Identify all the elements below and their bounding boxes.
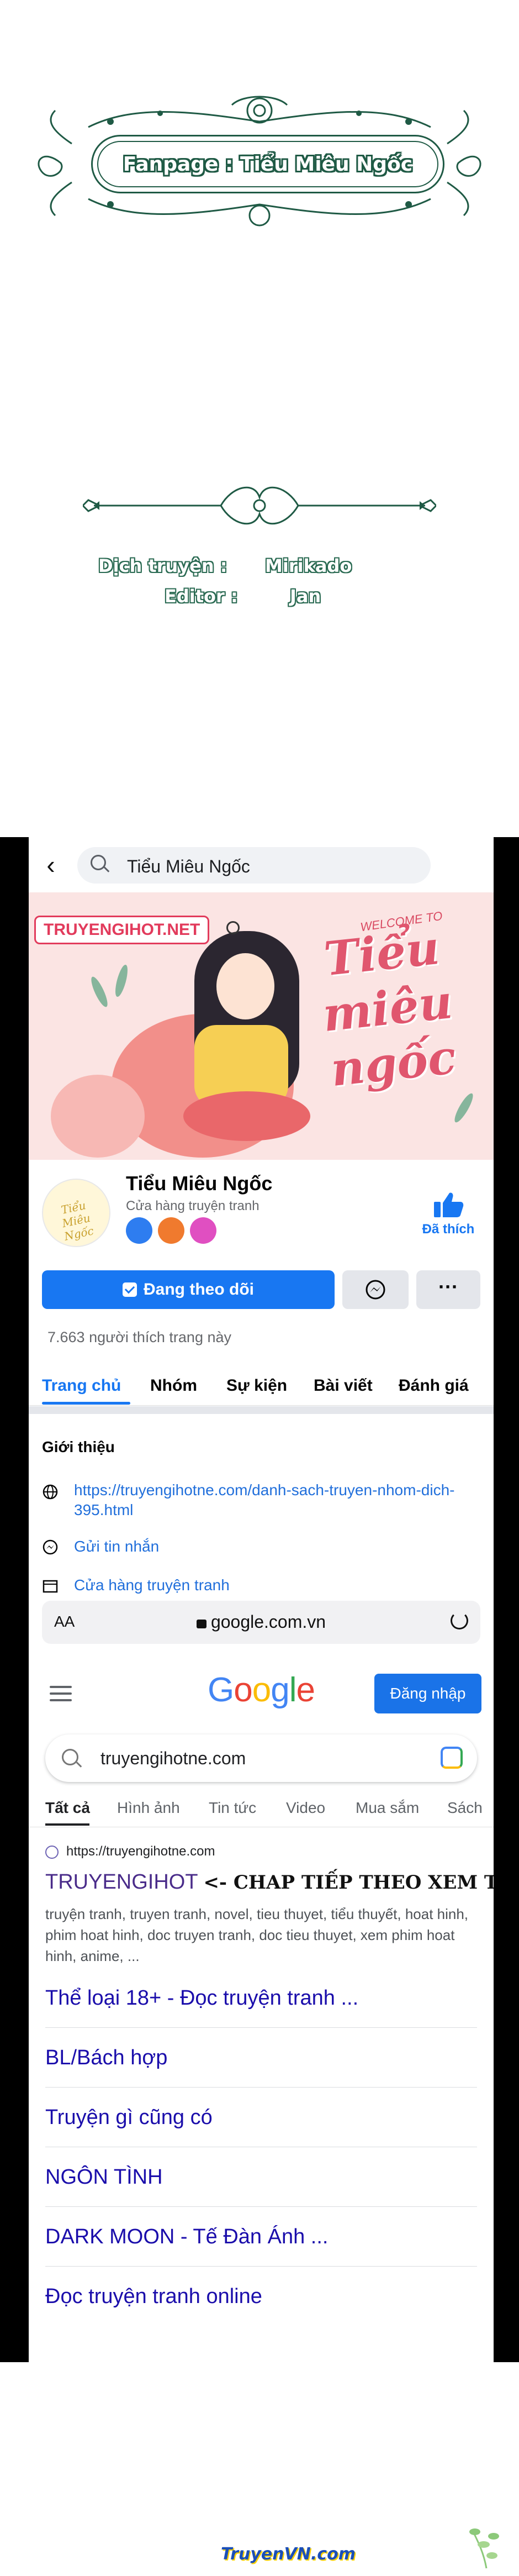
tab-posts[interactable]: Bài viết <box>314 1376 373 1395</box>
tab-news[interactable]: Tin tức <box>209 1799 256 1817</box>
badge-icon-orange <box>158 1217 184 1244</box>
cover-watermark: TRUYENGIHOT.NET <box>34 916 210 944</box>
page-category: Cửa hàng truyện tranh <box>126 1198 260 1213</box>
sign-in-button[interactable]: Đăng nhập <box>374 1674 481 1713</box>
fanpage-text: Fanpage : Tiểu Miêu Ngốc <box>123 153 413 176</box>
result-snippet: truyện tranh, truyen tranh, novel, tieu … <box>45 1906 469 1964</box>
active-tab-indicator <box>42 1402 130 1405</box>
following-button[interactable]: Đang theo dõi <box>42 1270 335 1309</box>
page-tabs: Trang chủ Nhóm Sự kiện Bài viết Đánh giá <box>29 1368 494 1406</box>
cover-photo[interactable]: TRUYENGIHOT.NET WELCOME TO Tiểu miêu ngố… <box>29 892 494 1160</box>
reload-icon[interactable] <box>451 1612 468 1629</box>
translator-label: Dịch truyện : <box>98 555 227 576</box>
editor-name: Jan <box>290 586 321 607</box>
handwritten-note: <- CHAP TIẾP THEO XEM TẠI ĐÂY NHA <box>203 1871 494 1894</box>
active-tab-indicator <box>45 1823 89 1826</box>
badge-icon-blue <box>126 1217 152 1244</box>
intro-title: Giới thiệu <box>42 1438 115 1455</box>
likes-count: 7.663 người thích trang này <box>47 1329 231 1345</box>
result-title-text[interactable]: TRUYENGIHOT <box>45 1870 198 1894</box>
messenger-small-icon <box>43 1539 58 1555</box>
tab-events[interactable]: Sự kiện <box>226 1376 287 1395</box>
messenger-button[interactable] <box>342 1270 409 1309</box>
result-site-text: https://truyengihotne.com <box>66 1844 215 1859</box>
tab-images[interactable]: Hình ảnh <box>117 1799 180 1817</box>
sitelink-2[interactable]: BL/Bách hợp <box>45 2028 477 2088</box>
back-arrow-icon[interactable]: ‹ <box>39 850 63 879</box>
leaf-decoration-icon <box>469 2528 499 2569</box>
sitelink-4[interactable]: NGÔN TÌNH <box>45 2148 477 2207</box>
tab-all[interactable]: Tất cả <box>45 1799 90 1817</box>
search-icon <box>62 1749 78 1765</box>
liked-label[interactable]: Đã thích <box>415 1222 481 1237</box>
tab-groups[interactable]: Nhóm <box>150 1376 197 1395</box>
page-avatar[interactable]: Tiểu Miêu Ngốc <box>42 1179 110 1247</box>
section-divider <box>29 1406 494 1414</box>
page-header: Tiểu Miêu Ngốc Tiểu Miêu Ngốc Cửa hàng t… <box>29 1160 494 1254</box>
url-text: google.com.vn <box>210 1612 326 1632</box>
avatar-lettering: Tiểu Miêu Ngốc <box>60 1198 95 1243</box>
sitelink-3[interactable]: Truyện gì cũng có <box>45 2088 477 2147</box>
truyenvn-logo: TruyenVN.com <box>221 2545 356 2564</box>
send-message-link[interactable]: Gửi tin nhắn <box>74 1538 159 1555</box>
store-icon <box>43 1580 58 1593</box>
google-tabs: Tất cả Hình ảnh Tin tức Video Mua sắm Sá… <box>29 1796 494 1827</box>
badge-icon-pink <box>190 1217 216 1244</box>
fanpage-banner: Fanpage : Tiểu Miêu Ngốc <box>91 135 444 193</box>
globe-icon <box>43 1484 58 1500</box>
tab-shopping[interactable]: Mua sắm <box>356 1799 419 1817</box>
result-title[interactable]: TRUYENGIHOT <- CHAP TIẾP THEO XEM TẠI ĐÂ… <box>45 1870 494 1894</box>
editor-label: Editor : <box>165 586 238 607</box>
more-options-button[interactable]: ··· <box>416 1270 480 1309</box>
divider-ornament <box>83 486 436 525</box>
thumbs-up-icon[interactable] <box>432 1191 465 1218</box>
fb-search-bar[interactable]: Tiểu Miêu Ngốc <box>77 847 431 884</box>
store-category-link[interactable]: Cửa hàng truyện tranh <box>74 1576 230 1594</box>
tab-video[interactable]: Video <box>286 1799 325 1817</box>
cover-title-art: Tiểu miêu ngốc <box>320 919 459 1097</box>
google-header: Google Đăng nhập <box>29 1654 494 1720</box>
page-name: Tiểu Miêu Ngốc <box>126 1172 273 1195</box>
sitelink-5[interactable]: DARK MOON - Tế Đàn Ánh ... <box>45 2207 477 2267</box>
tab-reviews[interactable]: Đánh giá <box>399 1376 469 1395</box>
check-icon <box>123 1282 137 1297</box>
phone-screen: ‹ Tiểu Miêu Ngốc TRUYENGIHOT.NET WELCOME… <box>29 837 494 2362</box>
search-icon <box>91 855 106 870</box>
google-lens-icon[interactable] <box>441 1747 463 1769</box>
tab-home[interactable]: Trang chủ <box>42 1376 121 1395</box>
result-site-url[interactable]: https://truyengihotne.com <box>45 1844 215 1859</box>
sitelink-6[interactable]: Đọc truyện tranh online <box>45 2267 477 2326</box>
following-label: Đang theo dõi <box>144 1280 254 1298</box>
intro-website-link[interactable]: https://truyengihotne.com/danh-sach-truy… <box>74 1480 477 1520</box>
translator-name: Mirikado <box>265 555 352 576</box>
browser-address-bar[interactable]: AA google.com.vn <box>42 1601 480 1644</box>
address-url: google.com.vn <box>42 1612 480 1632</box>
google-query: truyengihotne.com <box>100 1748 246 1768</box>
google-search-input[interactable]: truyengihotne.com <box>45 1734 477 1782</box>
sitelink-1[interactable]: Thể loại 18+ - Đọc truyện tranh ... <box>45 1969 477 2028</box>
fb-search-query: Tiểu Miêu Ngốc <box>127 856 250 876</box>
tab-books[interactable]: Sách <box>447 1799 483 1817</box>
lock-icon <box>196 1620 206 1628</box>
fb-top-bar: ‹ Tiểu Miêu Ngốc <box>29 837 494 892</box>
messenger-icon <box>366 1280 385 1300</box>
cover-search-icon <box>226 921 240 934</box>
site-favicon-icon <box>45 1845 59 1859</box>
